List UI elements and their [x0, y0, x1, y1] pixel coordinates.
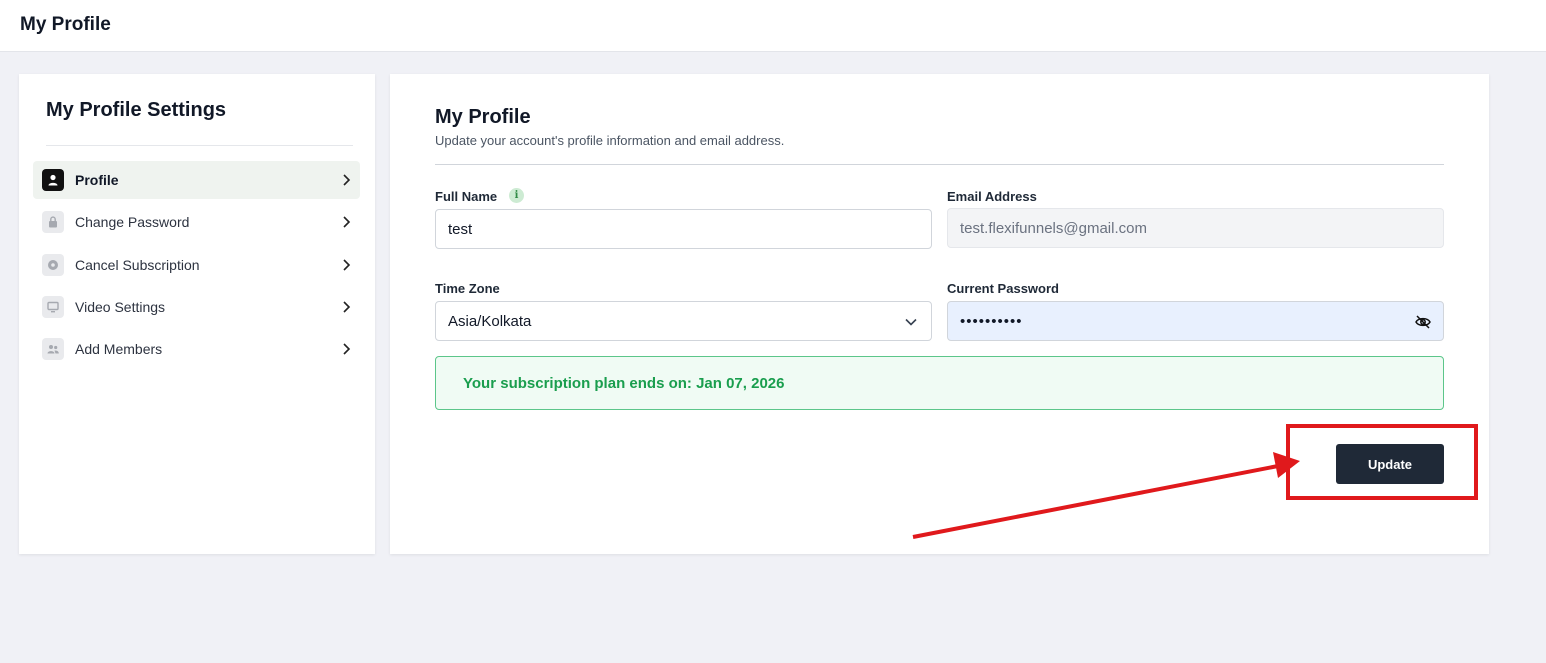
full-name-input[interactable]: test	[435, 209, 932, 249]
annotation-highlight-box	[1286, 424, 1478, 500]
top-bar: My Profile	[0, 0, 1546, 52]
page-title: My Profile	[20, 14, 111, 35]
form-divider	[435, 164, 1444, 165]
users-icon	[42, 338, 64, 360]
sidebar-item-add-members[interactable]: Add Members	[33, 330, 360, 368]
chevron-down-icon	[905, 318, 917, 326]
email-field[interactable]: test.flexifunnels@gmail.com	[947, 208, 1444, 248]
email-label: Email Address	[947, 189, 1037, 204]
sidebar-item-label: Profile	[75, 172, 119, 188]
monitor-icon	[42, 296, 64, 318]
chevron-right-icon	[343, 301, 351, 313]
timezone-select[interactable]: Asia/Kolkata	[435, 301, 932, 341]
password-value: ••••••••••	[960, 312, 1023, 330]
user-icon	[42, 169, 64, 191]
subscription-notice: Your subscription plan ends on: Jan 07, …	[435, 356, 1444, 410]
settings-sidebar: My Profile Settings Profile Change Passw…	[19, 74, 375, 554]
cancel-circle-icon	[42, 254, 64, 276]
chevron-right-icon	[343, 343, 351, 355]
sidebar-item-label: Video Settings	[75, 299, 166, 315]
sidebar-item-label: Add Members	[75, 341, 163, 357]
email-value: test.flexifunnels@gmail.com	[960, 219, 1147, 237]
eye-off-icon[interactable]	[1414, 313, 1432, 331]
chevron-right-icon	[343, 174, 351, 186]
sidebar-item-video-settings[interactable]: Video Settings	[33, 288, 360, 326]
full-name-label: Full Name	[435, 189, 498, 204]
form-title: My Profile	[435, 106, 531, 128]
chevron-right-icon	[343, 259, 351, 271]
current-password-label: Current Password	[947, 281, 1059, 296]
timezone-label: Time Zone	[435, 281, 500, 296]
sidebar-item-cancel-subscription[interactable]: Cancel Subscription	[33, 246, 360, 284]
lock-icon	[42, 211, 64, 233]
chevron-right-icon	[343, 216, 351, 228]
info-icon[interactable]: i	[509, 188, 524, 203]
form-subtitle: Update your account's profile informatio…	[435, 133, 785, 148]
full-name-value: test	[448, 220, 473, 238]
sidebar-title: My Profile Settings	[46, 99, 227, 121]
sidebar-item-label: Change Password	[75, 214, 190, 230]
timezone-value: Asia/Kolkata	[448, 312, 532, 330]
sidebar-item-change-password[interactable]: Change Password	[33, 203, 360, 241]
subscription-notice-text: Your subscription plan ends on: Jan 07, …	[463, 375, 785, 392]
sidebar-item-profile[interactable]: Profile	[33, 161, 360, 199]
sidebar-divider	[46, 145, 353, 146]
sidebar-item-label: Cancel Subscription	[75, 257, 200, 273]
current-password-input[interactable]: ••••••••••	[947, 301, 1444, 341]
